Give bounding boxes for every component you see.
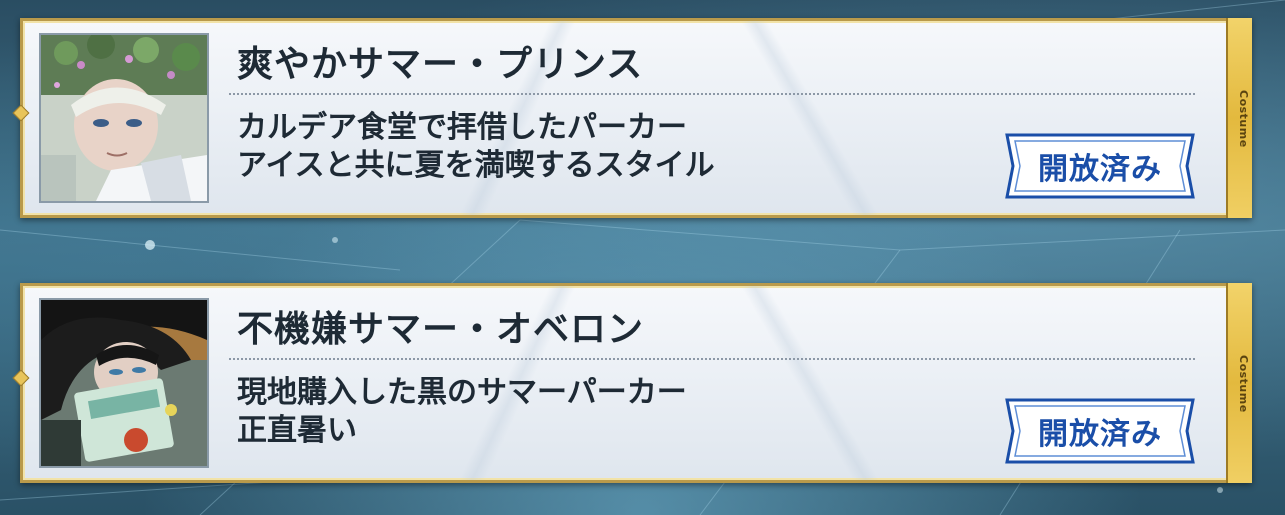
costume-card[interactable]: 爽やかサマー・プリンス カルデア食堂で拝借したパーカー アイスと共に夏を満喫する…	[12, 18, 1252, 218]
costume-title: 不機嫌サマー・オベロン	[237, 309, 645, 350]
costume-tag-strip: Costume	[1226, 283, 1252, 483]
description-line: アイスと共に夏を満喫するスタイル	[237, 148, 715, 183]
costume-portrait-dark-hair	[39, 298, 209, 468]
costume-description: 現地購入した黒のサマーパーカー 正直暑い	[237, 374, 687, 450]
description-line: 現地購入した黒のサマーパーカー	[237, 375, 687, 410]
costume-tag: Costume	[1237, 90, 1250, 148]
description-line: カルデア食堂で拝借したパーカー	[237, 110, 687, 145]
costume-title: 爽やかサマー・プリンス	[237, 44, 644, 85]
costume-card[interactable]: 不機嫌サマー・オベロン 現地購入した黒のサマーパーカー 正直暑い 開放済み Co…	[12, 283, 1252, 483]
description-line: 正直暑い	[237, 413, 357, 448]
costume-portrait-flower-crown	[39, 33, 209, 203]
status-label: 開放済み	[1038, 417, 1162, 452]
costume-tag: Costume	[1237, 355, 1250, 413]
divider	[229, 358, 1195, 360]
costume-description: カルデア食堂で拝借したパーカー アイスと共に夏を満喫するスタイル	[237, 109, 715, 185]
status-label: 開放済み	[1038, 152, 1162, 187]
divider	[229, 93, 1195, 95]
costume-tag-strip: Costume	[1226, 18, 1252, 218]
unlocked-status-button[interactable]: 開放済み	[1001, 133, 1199, 199]
unlocked-status-button[interactable]: 開放済み	[1001, 398, 1199, 464]
